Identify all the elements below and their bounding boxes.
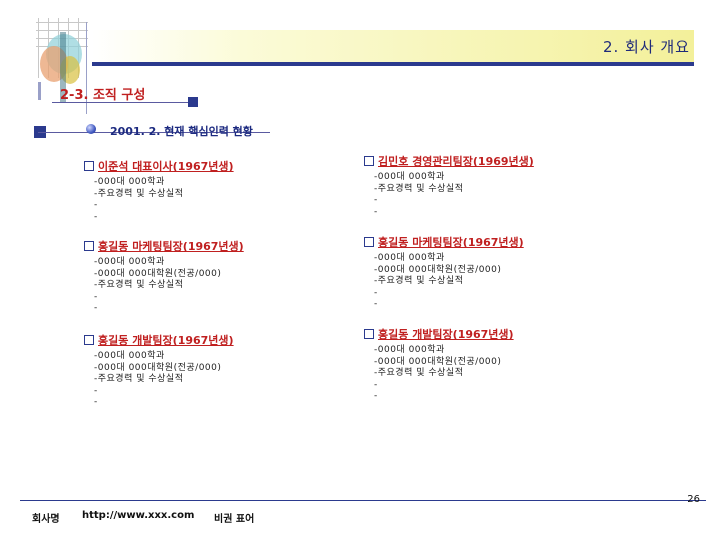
- person-name: 홍길동 마케팅팀장(1967년생): [378, 236, 524, 249]
- person-detail-line: -000대 000대학원(전공/000): [374, 264, 502, 275]
- person-detail-line: -000대 000대학원(전공/000): [374, 356, 502, 367]
- person-name: 이준석 대표이사(1967년생): [98, 160, 234, 173]
- person-card: 홍길동 마케팅팀장(1967년생) -000대 000학과 -000대 000대…: [84, 238, 324, 315]
- person-detail-line: -000대 000학과: [94, 177, 165, 187]
- person-card: 김민호 경영관리팀장(1969년생) -000대 000학과 -주요경력 및 수…: [364, 153, 604, 218]
- person-detail-line: -000대 000대학원(전공/000): [94, 268, 222, 279]
- person-details: -000대 000학과 -000대 000대학원(전공/000) -주요경력 및…: [374, 253, 604, 311]
- page-title: 2. 회사 개요: [602, 38, 690, 56]
- person-detail-line: -000대 000학과: [94, 257, 165, 267]
- person-details: -000대 000학과 -000대 000대학원(전공/000) -주요경력 및…: [94, 257, 324, 315]
- person-detail-line: -000대 000학과: [374, 172, 445, 182]
- person-details: -000대 000학과 -주요경력 및 수상실적 - -: [94, 177, 324, 223]
- person-detail-line: -000대 000학과: [374, 253, 445, 263]
- page-number: 26: [687, 494, 700, 505]
- footer-confidential: 비권 표어: [214, 514, 255, 525]
- subsection-bullet-icon: [86, 124, 96, 134]
- checkbox-bullet-icon: [364, 329, 374, 339]
- person-card: 홍길동 마케팅팀장(1967년생) -000대 000학과 -000대 000대…: [364, 234, 604, 311]
- person-name: 홍길동 개발팀장(1967년생): [378, 328, 514, 341]
- person-detail-line: -: [94, 385, 98, 396]
- person-detail-line: -주요경력 및 수상실적: [374, 368, 464, 378]
- footer-url: http://www.xxx.com: [82, 510, 195, 521]
- person-detail-line: -: [374, 195, 378, 205]
- person-card: 이준석 대표이사(1967년생) -000대 000학과 -주요경력 및 수상실…: [84, 158, 324, 223]
- subsection-title: 2001. 2. 현재 핵심인력 현황: [110, 125, 253, 138]
- person-card: 홍길동 개발팀장(1967년생) -000대 000학과 -000대 000대학…: [84, 332, 324, 409]
- person-details: -000대 000학과 -000대 000대학원(전공/000) -주요경력 및…: [94, 351, 324, 409]
- footer-company: 회사명: [32, 514, 60, 525]
- person-detail-line: -주요경력 및 수상실적: [94, 188, 184, 199]
- person-card: 홍길동 개발팀장(1967년생) -000대 000학과 -000대 000대학…: [364, 326, 604, 403]
- person-detail-line: -주요경력 및 수상실적: [94, 374, 184, 384]
- person-detail-line: -주요경력 및 수상실적: [94, 280, 184, 290]
- person-detail-line: -: [94, 397, 98, 407]
- person-detail-line: -000대 000대학원(전공/000): [94, 362, 222, 373]
- person-detail-line: -: [94, 303, 98, 313]
- person-detail-line: -000대 000학과: [94, 351, 165, 361]
- person-name: 홍길동 마케팅팀장(1967년생): [98, 240, 244, 253]
- person-detail-line: -: [94, 211, 98, 222]
- person-detail-line: -: [94, 200, 98, 210]
- person-detail-line: -: [374, 206, 378, 217]
- person-detail-line: -: [374, 391, 378, 401]
- checkbox-bullet-icon: [84, 161, 94, 171]
- person-detail-line: -주요경력 및 수상실적: [374, 183, 464, 194]
- person-details: -000대 000학과 -주요경력 및 수상실적 - -: [374, 172, 604, 218]
- person-detail-line: -주요경력 및 수상실적: [374, 276, 464, 286]
- person-name: 홍길동 개발팀장(1967년생): [98, 334, 234, 347]
- section-underline: [52, 102, 192, 103]
- section-square-marker: [188, 97, 198, 107]
- person-name: 김민호 경영관리팀장(1969년생): [378, 155, 534, 168]
- footer-divider: [20, 500, 706, 501]
- checkbox-bullet-icon: [364, 156, 374, 166]
- person-detail-line: -: [374, 287, 378, 298]
- person-detail-line: -: [94, 291, 98, 302]
- section-title: 2-3. 조직 구성: [60, 88, 146, 103]
- person-detail-line: -: [374, 299, 378, 309]
- checkbox-bullet-icon: [84, 241, 94, 251]
- checkbox-bullet-icon: [84, 335, 94, 345]
- person-detail-line: -: [374, 379, 378, 390]
- person-detail-line: -000대 000학과: [374, 345, 445, 355]
- person-details: -000대 000학과 -000대 000대학원(전공/000) -주요경력 및…: [374, 345, 604, 403]
- checkbox-bullet-icon: [364, 237, 374, 247]
